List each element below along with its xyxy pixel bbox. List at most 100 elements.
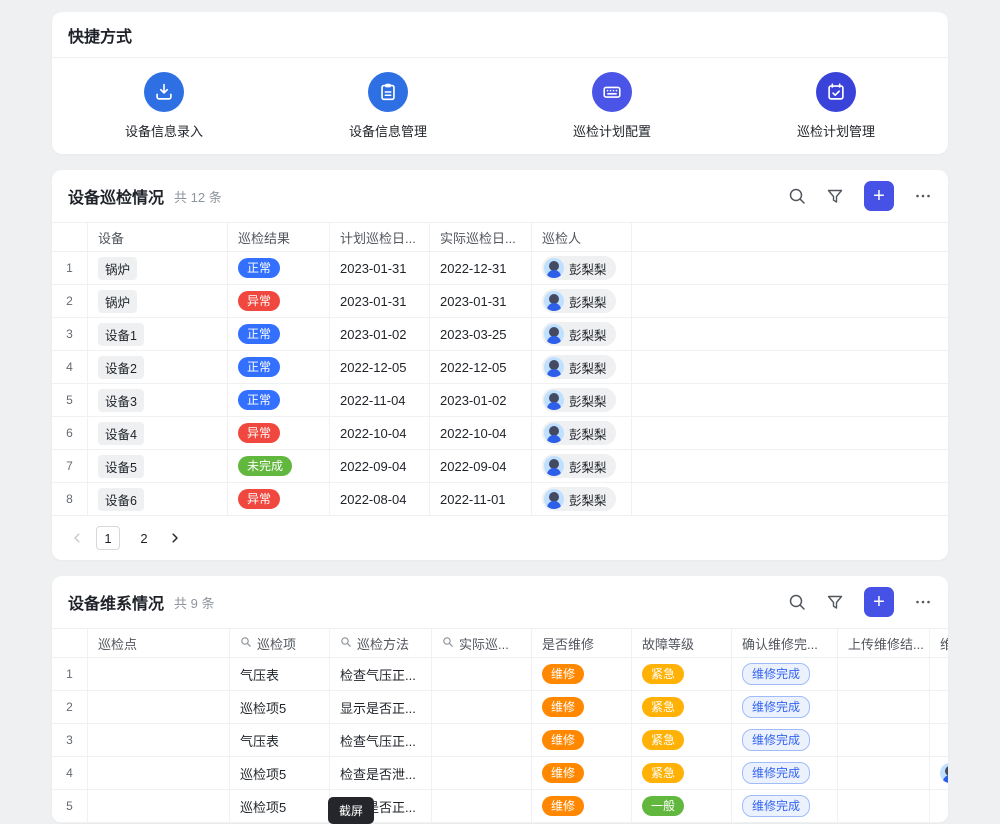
repair-cell[interactable]: 维修 bbox=[532, 724, 632, 757]
device-cell[interactable]: 设备1 bbox=[88, 318, 228, 351]
upload-cell[interactable] bbox=[838, 691, 930, 724]
device-cell[interactable]: 锅炉 bbox=[88, 252, 228, 285]
table-row[interactable]: 2 巡检项5 显示是否正... 维修 紧急 维修完成 bbox=[52, 691, 948, 724]
table-row[interactable]: 6 设备4 异常 2022-10-04 2022-10-04 彭梨梨 bbox=[52, 417, 948, 450]
column-header-extra[interactable]: 维... bbox=[930, 629, 948, 657]
search-icon[interactable] bbox=[788, 187, 806, 205]
column-header-method[interactable]: 巡检方法 bbox=[330, 629, 432, 657]
table-row[interactable]: 7 设备5 未完成 2022-09-04 2022-09-04 彭梨梨 bbox=[52, 450, 948, 483]
table-row[interactable]: 1 锅炉 正常 2023-01-31 2022-12-31 彭梨梨 bbox=[52, 252, 948, 285]
table-row[interactable]: 8 设备6 异常 2022-08-04 2022-11-01 彭梨梨 bbox=[52, 483, 948, 516]
level-cell[interactable]: 一般 bbox=[632, 790, 732, 823]
actual-cell[interactable] bbox=[432, 757, 532, 790]
actual-cell[interactable] bbox=[432, 790, 532, 823]
column-header-actual[interactable]: 实际巡... bbox=[432, 629, 532, 657]
table-row[interactable]: 5 巡检项5 显示是否正... 维修 一般 维修完成 bbox=[52, 790, 948, 823]
method-cell[interactable]: 检查气压正... bbox=[330, 724, 432, 757]
planned-date-cell[interactable]: 2022-08-04 bbox=[330, 483, 430, 516]
column-header-planned-date[interactable]: 计划巡检日... bbox=[330, 223, 430, 251]
method-cell[interactable]: 检查是否泄... bbox=[330, 757, 432, 790]
method-cell[interactable]: 显示是否正... bbox=[330, 691, 432, 724]
extra-cell[interactable] bbox=[930, 790, 948, 823]
actual-date-cell[interactable]: 2023-01-02 bbox=[430, 384, 532, 417]
extra-cell[interactable] bbox=[930, 757, 948, 790]
point-cell[interactable] bbox=[88, 757, 230, 790]
filter-icon[interactable] bbox=[826, 593, 844, 611]
upload-cell[interactable] bbox=[838, 757, 930, 790]
table-row[interactable]: 3 气压表 检查气压正... 维修 紧急 维修完成 bbox=[52, 724, 948, 757]
table-row[interactable]: 4 设备2 正常 2022-12-05 2022-12-05 彭梨梨 bbox=[52, 351, 948, 384]
upload-cell[interactable] bbox=[838, 790, 930, 823]
page-1-button[interactable]: 1 bbox=[96, 526, 120, 550]
device-cell[interactable]: 设备5 bbox=[88, 450, 228, 483]
planned-date-cell[interactable]: 2023-01-02 bbox=[330, 318, 430, 351]
shortcut-plan-config[interactable]: 巡检计划配置 bbox=[500, 72, 724, 140]
table-row[interactable]: 4 巡检项5 检查是否泄... 维修 紧急 维修完成 bbox=[52, 757, 948, 790]
point-cell[interactable] bbox=[88, 724, 230, 757]
more-icon[interactable] bbox=[914, 593, 932, 611]
column-header-result[interactable]: 巡检结果 bbox=[228, 223, 330, 251]
result-cell[interactable]: 异常 bbox=[228, 417, 330, 450]
device-cell[interactable]: 设备2 bbox=[88, 351, 228, 384]
confirm-cell[interactable]: 维修完成 bbox=[732, 724, 838, 757]
column-header-actual-date[interactable]: 实际巡检日... bbox=[430, 223, 532, 251]
filter-icon[interactable] bbox=[826, 187, 844, 205]
level-cell[interactable]: 紧急 bbox=[632, 658, 732, 691]
shortcut-device-manage[interactable]: 设备信息管理 bbox=[276, 72, 500, 140]
more-icon[interactable] bbox=[914, 187, 932, 205]
column-header-inspector[interactable]: 巡检人 bbox=[532, 223, 632, 251]
repair-cell[interactable]: 维修 bbox=[532, 790, 632, 823]
actual-cell[interactable] bbox=[432, 658, 532, 691]
confirm-cell[interactable]: 维修完成 bbox=[732, 790, 838, 823]
actual-date-cell[interactable]: 2022-12-05 bbox=[430, 351, 532, 384]
level-cell[interactable]: 紧急 bbox=[632, 691, 732, 724]
item-cell[interactable]: 巡检项5 bbox=[230, 757, 330, 790]
inspector-cell[interactable]: 彭梨梨 bbox=[532, 483, 632, 516]
actual-date-cell[interactable]: 2022-10-04 bbox=[430, 417, 532, 450]
shortcut-plan-manage[interactable]: 巡检计划管理 bbox=[724, 72, 948, 140]
point-cell[interactable] bbox=[88, 691, 230, 724]
inspector-cell[interactable]: 彭梨梨 bbox=[532, 450, 632, 483]
result-cell[interactable]: 正常 bbox=[228, 384, 330, 417]
column-header-point[interactable]: 巡检点 bbox=[88, 629, 230, 657]
inspector-cell[interactable]: 彭梨梨 bbox=[532, 252, 632, 285]
repair-cell[interactable]: 维修 bbox=[532, 691, 632, 724]
result-cell[interactable]: 异常 bbox=[228, 285, 330, 318]
planned-date-cell[interactable]: 2022-12-05 bbox=[330, 351, 430, 384]
actual-cell[interactable] bbox=[432, 691, 532, 724]
item-cell[interactable]: 巡检项5 bbox=[230, 691, 330, 724]
column-header-repair[interactable]: 是否维修 bbox=[532, 629, 632, 657]
shortcut-device-entry[interactable]: 设备信息录入 bbox=[52, 72, 276, 140]
next-page-icon[interactable] bbox=[168, 531, 182, 545]
table-row[interactable]: 5 设备3 正常 2022-11-04 2023-01-02 彭梨梨 bbox=[52, 384, 948, 417]
extra-cell[interactable] bbox=[930, 724, 948, 757]
table-row[interactable]: 1 气压表 检查气压正... 维修 紧急 维修完成 bbox=[52, 658, 948, 691]
level-cell[interactable]: 紧急 bbox=[632, 724, 732, 757]
prev-page-icon[interactable] bbox=[70, 531, 84, 545]
extra-cell[interactable] bbox=[930, 691, 948, 724]
planned-date-cell[interactable]: 2023-01-31 bbox=[330, 285, 430, 318]
repair-cell[interactable]: 维修 bbox=[532, 757, 632, 790]
column-header-level[interactable]: 故障等级 bbox=[632, 629, 732, 657]
method-cell[interactable]: 检查气压正... bbox=[330, 658, 432, 691]
device-cell[interactable]: 设备3 bbox=[88, 384, 228, 417]
actual-date-cell[interactable]: 2022-09-04 bbox=[430, 450, 532, 483]
result-cell[interactable]: 正常 bbox=[228, 318, 330, 351]
confirm-cell[interactable]: 维修完成 bbox=[732, 691, 838, 724]
actual-cell[interactable] bbox=[432, 724, 532, 757]
result-cell[interactable]: 正常 bbox=[228, 351, 330, 384]
upload-cell[interactable] bbox=[838, 658, 930, 691]
planned-date-cell[interactable]: 2022-10-04 bbox=[330, 417, 430, 450]
actual-date-cell[interactable]: 2022-12-31 bbox=[430, 252, 532, 285]
level-cell[interactable]: 紧急 bbox=[632, 757, 732, 790]
inspector-cell[interactable]: 彭梨梨 bbox=[532, 417, 632, 450]
planned-date-cell[interactable]: 2022-09-04 bbox=[330, 450, 430, 483]
add-record-button[interactable]: + bbox=[864, 587, 894, 617]
result-cell[interactable]: 未完成 bbox=[228, 450, 330, 483]
inspector-cell[interactable]: 彭梨梨 bbox=[532, 318, 632, 351]
item-cell[interactable]: 气压表 bbox=[230, 658, 330, 691]
extra-cell[interactable] bbox=[930, 658, 948, 691]
inspector-cell[interactable]: 彭梨梨 bbox=[532, 384, 632, 417]
result-cell[interactable]: 异常 bbox=[228, 483, 330, 516]
actual-date-cell[interactable]: 2023-01-31 bbox=[430, 285, 532, 318]
